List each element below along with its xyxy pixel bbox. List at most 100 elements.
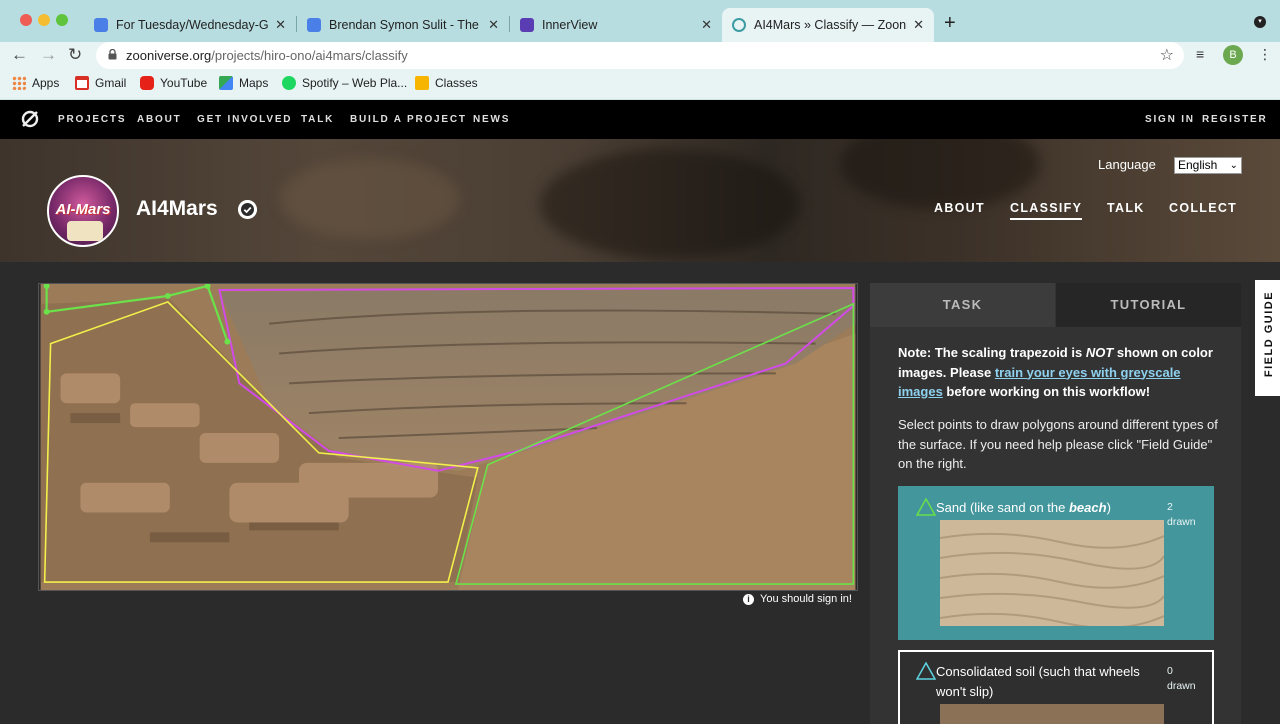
project-title[interactable]: AI4Mars <box>136 197 218 221</box>
url-path: /projects/hiro-ono/ai4mars/classify <box>211 48 408 63</box>
tool-label-prefix: Sand (like sand on the <box>936 500 1069 515</box>
bookmark-youtube[interactable]: YouTube <box>140 76 207 90</box>
media-queue-icon[interactable]: ≡ <box>1196 46 1204 62</box>
spotify-icon <box>282 76 296 90</box>
browser-tab-active[interactable]: AI4Mars » Classify — Zooniver ✕ <box>722 8 934 42</box>
tool-sand[interactable]: Sand (like sand on the beach) 2 drawn <box>898 486 1214 640</box>
nav-talk[interactable]: TALK <box>301 114 334 125</box>
back-arrow-icon[interactable]: ← <box>11 45 28 65</box>
bookmark-label: Gmail <box>95 76 127 90</box>
docs-favicon-icon <box>307 18 321 32</box>
header-background-rock <box>540 149 800 259</box>
verified-check-icon <box>238 200 257 219</box>
bookmark-spotify[interactable]: Spotify – Web Pla... <box>282 76 407 90</box>
nav-get-involved[interactable]: GET INVOLVED <box>197 114 292 125</box>
bookmark-star-icon[interactable]: ☆ <box>1160 45 1174 65</box>
innerview-favicon-icon <box>520 18 534 32</box>
tab-title: For Tuesday/Wednesday-Great <box>116 18 269 32</box>
bookmarks-bar: Apps Gmail YouTube Maps Spotify – Web Pl… <box>0 70 1280 100</box>
tab-title: AI4Mars » Classify — Zooniver <box>754 18 907 32</box>
scaling-note: Note: The scaling trapezoid is NOT shown… <box>898 343 1218 402</box>
browser-tab[interactable]: For Tuesday/Wednesday-Great ✕ <box>84 8 296 42</box>
profile-avatar[interactable]: B <box>1223 45 1243 65</box>
bookmark-apps[interactable]: Apps <box>12 76 59 90</box>
sign-in-notice-text: You should sign in! <box>760 593 852 605</box>
youtube-icon <box>140 76 154 90</box>
note-prefix: Note: The scaling trapezoid is <box>898 345 1086 360</box>
lock-icon <box>108 49 117 60</box>
bookmark-label: YouTube <box>160 76 208 90</box>
new-tab-button[interactable]: + <box>944 12 956 35</box>
nav-build-a-project[interactable]: BUILD A PROJECT <box>350 114 467 125</box>
project-tab-collect[interactable]: COLLECT <box>1169 201 1237 215</box>
language-value: English <box>1178 158 1218 172</box>
project-avatar[interactable]: AI-Mars <box>47 175 119 247</box>
minimize-window-button[interactable] <box>38 14 50 26</box>
field-guide-tab[interactable]: FIELD GUIDE <box>1255 280 1280 396</box>
drawn-count-value: 0 <box>1167 665 1173 677</box>
tool-consolidated-soil[interactable]: Consolidated soil (such that wheels won'… <box>898 650 1214 724</box>
address-bar[interactable]: zooniverse.org/projects/hiro-ono/ai4mars… <box>96 42 1184 69</box>
tool-drawn-count: 0 drawn <box>1167 664 1196 694</box>
rover-graphic <box>67 221 103 241</box>
gmail-icon <box>75 76 89 90</box>
reload-icon[interactable]: ↻ <box>68 45 82 65</box>
triangle-polygon-icon <box>916 498 936 516</box>
info-icon: i <box>743 593 754 605</box>
close-window-button[interactable] <box>20 14 32 26</box>
subject-image-viewer[interactable] <box>38 283 858 591</box>
browser-toolbar: ← → ↻ zooniverse.org/projects/hiro-ono/a… <box>0 42 1280 70</box>
bookmark-maps[interactable]: Maps <box>219 76 268 90</box>
sand-example-image <box>940 520 1164 626</box>
bookmark-classes[interactable]: Classes <box>415 76 478 90</box>
task-panel: TASK TUTORIAL Note: The scaling trapezoi… <box>870 283 1241 724</box>
forward-arrow-icon[interactable]: → <box>40 45 57 65</box>
close-tab-icon[interactable]: ✕ <box>488 17 499 33</box>
tab-task[interactable]: TASK <box>870 283 1055 327</box>
project-tab-about[interactable]: ABOUT <box>934 201 985 215</box>
nav-projects[interactable]: PROJECTS <box>58 114 126 125</box>
drawn-count-label: drawn <box>1167 680 1196 692</box>
site-navigation: PROJECTS ABOUT GET INVOLVED TALK BUILD A… <box>0 100 1280 139</box>
bookmark-label: Classes <box>435 76 478 90</box>
note-suffix: before working on this workflow! <box>942 384 1151 399</box>
project-tab-talk[interactable]: TALK <box>1107 201 1145 215</box>
zooniverse-favicon-icon <box>732 18 746 32</box>
tab-title: Brendan Symon Sulit - The Gre <box>329 18 482 32</box>
browser-tab[interactable]: Brendan Symon Sulit - The Gre ✕ <box>297 8 509 42</box>
close-tab-icon[interactable]: ✕ <box>701 17 712 33</box>
tool-label-emphasis: beach <box>1068 500 1107 515</box>
tool-drawn-count: 2 drawn <box>1167 500 1196 530</box>
tab-tutorial[interactable]: TUTORIAL <box>1056 283 1241 327</box>
tab-title: InnerView <box>542 18 598 32</box>
zooniverse-logo-icon[interactable] <box>20 109 40 129</box>
tool-label-suffix: ) <box>1106 500 1111 515</box>
nav-news[interactable]: NEWS <box>473 114 510 125</box>
close-tab-icon[interactable]: ✕ <box>913 17 924 33</box>
note-emphasis: NOT <box>1085 345 1114 360</box>
browser-tab[interactable]: InnerView ✕ <box>510 8 722 42</box>
nav-about[interactable]: ABOUT <box>137 114 182 125</box>
tool-label: Sand (like sand on the beach) <box>936 498 1156 518</box>
url-host: zooniverse.org <box>126 48 212 63</box>
language-select[interactable]: English ⌄ <box>1174 157 1242 174</box>
header-background-rock <box>840 139 1040 209</box>
sign-in-link[interactable]: SIGN IN <box>1145 114 1195 125</box>
classroom-favicon-icon <box>94 18 108 32</box>
chevron-down-icon: ⌄ <box>1229 160 1238 171</box>
tool-label: Consolidated soil (such that wheels won'… <box>936 664 1140 699</box>
sign-in-notice: i You should sign in! <box>743 593 852 605</box>
close-tab-icon[interactable]: ✕ <box>275 17 286 33</box>
zoom-window-button[interactable] <box>56 14 68 26</box>
browser-tab-bar: For Tuesday/Wednesday-Great ✕ Brendan Sy… <box>0 0 1280 42</box>
project-tab-classify[interactable]: CLASSIFY <box>1010 201 1083 220</box>
header-background-rock <box>280 159 460 239</box>
register-link[interactable]: REGISTER <box>1202 114 1268 125</box>
bookmark-gmail[interactable]: Gmail <box>75 76 126 90</box>
url-text: zooniverse.org/projects/hiro-ono/ai4mars… <box>126 48 408 63</box>
browser-menu-icon[interactable]: ⋮ <box>1258 46 1272 63</box>
project-header: AI-Mars AI4Mars Language English ⌄ ABOUT… <box>0 139 1280 262</box>
drawn-count-value: 2 <box>1167 501 1173 513</box>
drawn-count-label: drawn <box>1167 516 1196 528</box>
tab-search-icon[interactable]: ▾ <box>1254 16 1266 28</box>
